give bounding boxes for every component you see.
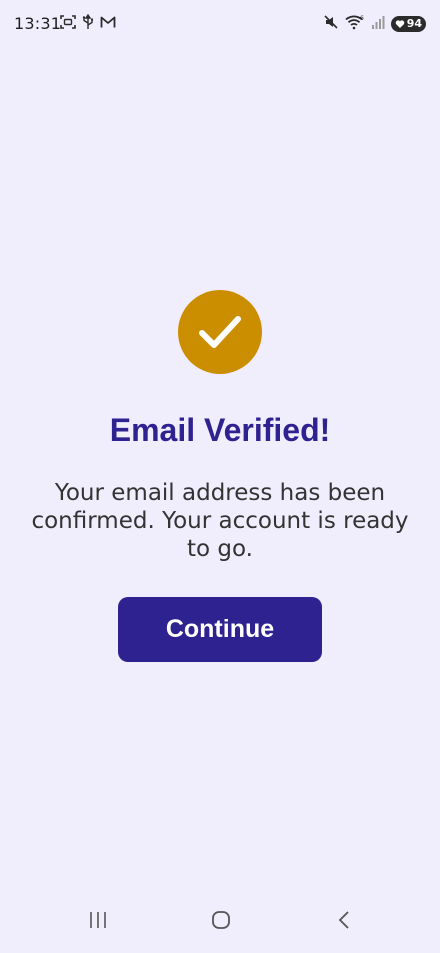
signal-icon <box>371 14 385 35</box>
battery-level: 94 <box>406 17 422 30</box>
verified-badge <box>178 290 262 374</box>
status-right-icons: 6 94 <box>323 14 426 34</box>
recent-apps-button[interactable] <box>78 905 118 935</box>
mute-icon <box>323 14 339 35</box>
wifi-icon: 6 <box>345 14 365 35</box>
page-title: Email Verified! <box>109 412 331 448</box>
svg-text:6: 6 <box>360 15 364 22</box>
confirmation-message: Your email address has been confirmed. Y… <box>31 480 409 562</box>
screenshot-icon <box>60 14 76 35</box>
home-icon <box>212 911 230 929</box>
recent-apps-icon <box>90 912 106 928</box>
navigation-bar <box>0 893 440 953</box>
back-button[interactable] <box>324 905 364 935</box>
continue-button[interactable]: Continue <box>118 597 322 662</box>
status-left-icons <box>60 13 116 35</box>
status-bar: 13:31 6 94 <box>0 0 440 50</box>
gmail-icon <box>100 15 116 34</box>
home-button[interactable] <box>201 905 241 935</box>
usb-icon <box>82 13 94 35</box>
email-verified-screen: 13:31 6 94 Email Verified! Your email ad… <box>0 0 440 953</box>
back-icon <box>338 911 349 929</box>
checkmark-icon <box>199 316 241 348</box>
status-time: 13:31 <box>14 14 62 33</box>
battery-icon: 94 <box>390 16 426 32</box>
